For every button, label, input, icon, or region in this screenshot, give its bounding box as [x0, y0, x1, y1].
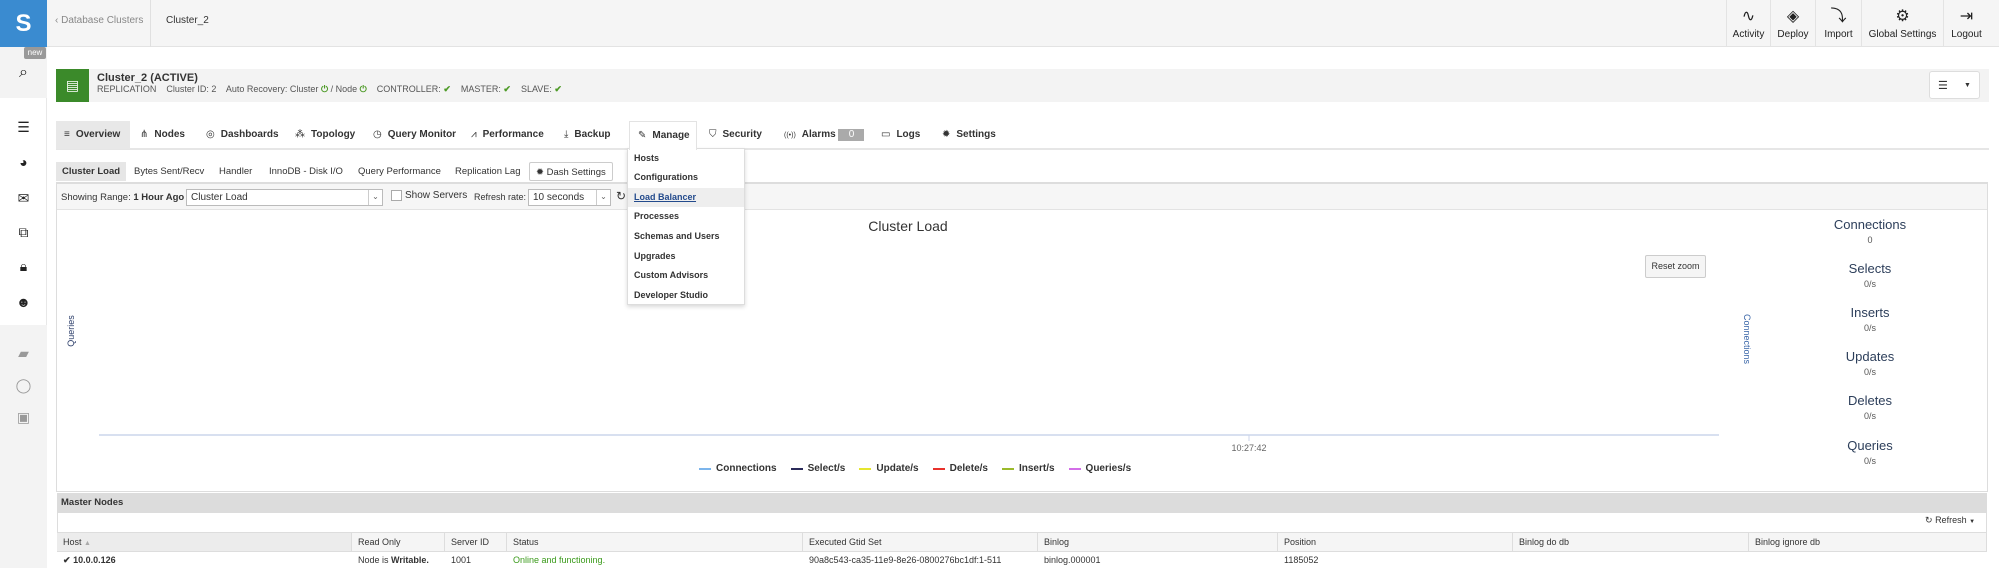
- legend-item[interactable]: Queries/s: [1068, 463, 1132, 474]
- cell-host: ✔ 10.0.0.126: [57, 553, 116, 568]
- tab-manage[interactable]: ✎ Manage: [629, 121, 697, 150]
- stat-name: Inserts: [1850, 305, 1890, 320]
- stat-connections: Connections 0: [1770, 217, 1970, 245]
- column-header-binlog-do-db[interactable]: Binlog do db: [1513, 533, 1749, 552]
- legend-swatch: [790, 467, 803, 470]
- legend-label: Insert/s: [1018, 463, 1055, 474]
- legend-label: Select/s: [807, 463, 846, 474]
- table-toolbar: [57, 513, 1987, 533]
- tab-label: Manage: [652, 130, 690, 141]
- cell-read-only: Node is Writable.: [352, 553, 429, 568]
- stat-value: 0/s: [1863, 411, 1876, 421]
- chart-legend: Connections Select/s Update/s Delete/s Inser…: [699, 463, 1131, 474]
- stat-updates: Updates 0/s: [1770, 349, 1970, 377]
- manage-dropdown-menu: Hosts Configurations Load Balancer Proce…: [627, 148, 745, 305]
- read-only-value: Writable.: [391, 555, 429, 565]
- menu-item-processes[interactable]: Processes: [628, 207, 744, 226]
- legend-item[interactable]: Select/s: [790, 463, 846, 474]
- chart-plot: [99, 434, 1719, 441]
- menu-item-schemas-and-users[interactable]: Schemas and Users: [628, 227, 744, 246]
- legend-item[interactable]: Delete/s: [932, 463, 988, 474]
- cell-binlog-ignore-db: [1749, 553, 1755, 568]
- x-tick-label: 10:27:42: [1231, 443, 1267, 453]
- legend-swatch: [1068, 467, 1081, 470]
- column-header-host[interactable]: Host ▲: [57, 533, 352, 552]
- menu-item-developer-studio[interactable]: Developer Studio: [628, 286, 744, 305]
- stat-queries: Queries 0/s: [1770, 438, 1970, 466]
- stat-inserts: Inserts 0/s: [1770, 305, 1970, 333]
- legend-swatch: [859, 467, 872, 470]
- cell-binlog: binlog.000001: [1044, 555, 1101, 565]
- stat-value: 0/s: [1863, 456, 1876, 466]
- column-header-position[interactable]: Position: [1278, 533, 1513, 552]
- cell-gtid: 90a8c543-ca35-11e9-8e26-0800276bc1df:1-5…: [809, 555, 1002, 565]
- stat-selects: Selects 0/s: [1770, 261, 1970, 289]
- legend-label: Connections: [716, 463, 777, 474]
- stat-name: Queries: [1847, 438, 1893, 453]
- refresh-label: Refresh: [1935, 515, 1967, 525]
- menu-item-load-balancer[interactable]: Load Balancer: [628, 188, 744, 207]
- menu-item-custom-advisors[interactable]: Custom Advisors: [628, 266, 744, 285]
- menu-item-hosts[interactable]: Hosts: [628, 149, 744, 168]
- cell-position: 1185052: [1284, 555, 1319, 565]
- stat-value: 0: [1867, 235, 1873, 245]
- legend-label: Delete/s: [949, 463, 988, 474]
- master-nodes-header: Master Nodes: [57, 493, 1987, 513]
- check-icon: ✔: [63, 555, 71, 565]
- refresh-icon: ↻: [1925, 515, 1933, 525]
- column-header-binlog-ignore-db[interactable]: Binlog ignore db: [1749, 533, 1987, 552]
- host-value: 10.0.0.126: [73, 555, 116, 565]
- cell-binlog-do-db: [1513, 553, 1519, 568]
- column-header-binlog[interactable]: Binlog: [1038, 533, 1278, 552]
- legend-swatch: [699, 467, 711, 470]
- table-refresh-button[interactable]: ↻ Refresh ▼: [1925, 515, 1975, 526]
- wrench-icon: ✎: [638, 130, 647, 141]
- column-header-read-only[interactable]: Read Only: [352, 533, 445, 552]
- legend-item[interactable]: Insert/s: [1001, 463, 1055, 474]
- menu-item-configurations[interactable]: Configurations: [628, 168, 744, 187]
- column-label: Host: [63, 537, 82, 547]
- cell-server-id: 1001: [451, 555, 472, 565]
- legend-swatch: [1001, 467, 1014, 470]
- cell-status: Online and functioning.: [513, 555, 606, 565]
- stat-value: 0/s: [1863, 323, 1876, 333]
- column-header-server-id[interactable]: Server ID: [445, 533, 507, 552]
- column-header-executed-gtid-set[interactable]: Executed Gtid Set: [803, 533, 1038, 552]
- stat-deletes: Deletes 0/s: [1770, 393, 1970, 421]
- stat-value: 0/s: [1863, 367, 1876, 377]
- legend-item[interactable]: Connections: [699, 463, 777, 474]
- stat-value: 0/s: [1863, 279, 1876, 289]
- stat-name: Selects: [1848, 261, 1892, 276]
- stat-name: Connections: [1833, 217, 1907, 232]
- sort-asc-icon: ▲: [84, 540, 91, 547]
- column-header-status[interactable]: Status: [507, 533, 803, 552]
- caret-down-icon: ▼: [1969, 519, 1976, 525]
- legend-label: Queries/s: [1085, 463, 1132, 474]
- stat-name: Updates: [1845, 349, 1895, 364]
- read-only-prefix: Node is: [358, 555, 392, 565]
- table-row[interactable]: [57, 553, 1987, 568]
- legend-swatch: [932, 467, 945, 470]
- legend-label: Update/s: [876, 463, 919, 474]
- menu-item-upgrades[interactable]: Upgrades: [628, 247, 744, 266]
- legend-item[interactable]: Update/s: [859, 463, 919, 474]
- stat-name: Deletes: [1847, 393, 1893, 408]
